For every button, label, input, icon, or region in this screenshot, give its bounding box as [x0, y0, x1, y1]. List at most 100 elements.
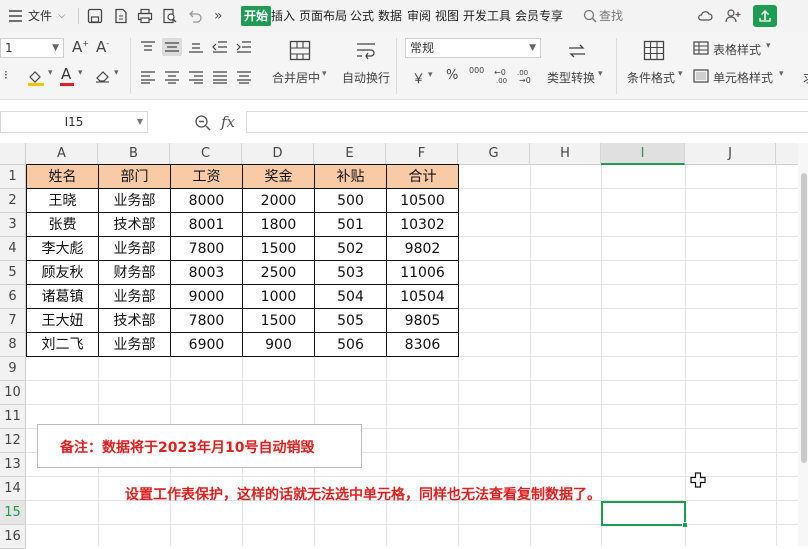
- decrease-font-icon[interactable]: A-: [96, 38, 109, 56]
- tab-home[interactable]: 开始: [241, 6, 272, 26]
- search-icon[interactable]: [582, 8, 598, 24]
- table-cell[interactable]: 2500: [243, 261, 314, 285]
- save-icon[interactable]: [87, 8, 103, 24]
- decrease-indent-icon[interactable]: [212, 40, 230, 56]
- table-cell[interactable]: 王晓: [27, 189, 98, 213]
- add-user-icon[interactable]: [725, 8, 741, 24]
- select-all-corner[interactable]: [0, 143, 26, 165]
- type-convert-icon[interactable]: [566, 40, 588, 62]
- print-icon[interactable]: [137, 8, 153, 24]
- table-cell[interactable]: 8000: [171, 189, 242, 213]
- cell-style-icon[interactable]: [693, 69, 711, 85]
- tab-data[interactable]: 数据: [378, 0, 402, 32]
- distributed-align-icon[interactable]: [236, 70, 254, 86]
- column-header-b[interactable]: B: [98, 143, 170, 165]
- more-quick-actions-icon[interactable]: »: [214, 0, 223, 32]
- increase-font-icon[interactable]: A+: [72, 38, 89, 56]
- row-header-13[interactable]: 13: [0, 453, 26, 477]
- row-header-12[interactable]: 12: [0, 429, 26, 453]
- font-color-icon[interactable]: A: [61, 65, 71, 83]
- table-header-cell[interactable]: 工资: [171, 165, 242, 189]
- row-header-14[interactable]: 14: [0, 477, 26, 501]
- table-cell[interactable]: 张费: [27, 213, 98, 237]
- currency-dropdown-icon[interactable]: ▾: [428, 70, 433, 80]
- row-header-9[interactable]: 9: [0, 357, 26, 381]
- file-menu[interactable]: 文件: [28, 0, 52, 32]
- tab-member[interactable]: 会员专享: [515, 0, 563, 32]
- table-cell[interactable]: 刘二飞: [27, 333, 98, 357]
- column-header-a[interactable]: A: [26, 143, 98, 165]
- export-pdf-icon[interactable]: [113, 8, 129, 24]
- align-right-icon[interactable]: [188, 70, 206, 86]
- clear-dropdown-icon[interactable]: ▾: [114, 68, 119, 78]
- table-cell[interactable]: 技术部: [99, 213, 170, 237]
- row-header-7[interactable]: 7: [0, 309, 26, 333]
- column-header-d[interactable]: D: [242, 143, 314, 165]
- table-cell[interactable]: 8001: [171, 213, 242, 237]
- number-format-select[interactable]: 常规 ▼: [405, 38, 541, 58]
- sum-button-cut[interactable]: 求: [803, 69, 808, 86]
- table-cell[interactable]: 8306: [387, 333, 458, 357]
- table-cell[interactable]: 1000: [243, 285, 314, 309]
- column-header-f[interactable]: F: [386, 143, 458, 165]
- table-header-cell[interactable]: 补贴: [315, 165, 386, 189]
- table-cell[interactable]: 技术部: [99, 309, 170, 333]
- table-style-icon[interactable]: [693, 41, 711, 57]
- table-cell[interactable]: 诸葛镇: [27, 285, 98, 309]
- align-top-icon[interactable]: [140, 40, 158, 56]
- clear-format-icon[interactable]: [94, 68, 112, 84]
- table-cell[interactable]: 506: [315, 333, 386, 357]
- table-cell[interactable]: 10302: [387, 213, 458, 237]
- row-header-4[interactable]: 4: [0, 237, 26, 261]
- table-cell[interactable]: 1800: [243, 213, 314, 237]
- decrease-decimal-icon[interactable]: .00 →0: [517, 67, 535, 85]
- cell-style-dropdown-icon[interactable]: ▾: [779, 69, 784, 79]
- table-cell[interactable]: 10504: [387, 285, 458, 309]
- fill-color-dropdown-icon[interactable]: ▾: [48, 68, 53, 78]
- column-header-e[interactable]: E: [314, 143, 386, 165]
- type-convert-dropdown-icon[interactable]: ▾: [598, 69, 603, 79]
- currency-button[interactable]: ￥: [412, 68, 425, 87]
- table-cell[interactable]: 业务部: [99, 189, 170, 213]
- cell-style-button[interactable]: 单元格样式: [713, 69, 773, 86]
- function-icon[interactable]: fx: [221, 113, 235, 131]
- align-left-icon[interactable]: [140, 70, 158, 86]
- merge-center-icon[interactable]: [289, 40, 311, 62]
- selected-cell-i15[interactable]: [601, 501, 686, 526]
- thousands-separator-button[interactable]: 000: [469, 66, 484, 75]
- row-header-3[interactable]: 3: [0, 213, 26, 237]
- tab-developer[interactable]: 开发工具: [463, 0, 511, 32]
- search-label[interactable]: 查找: [599, 0, 623, 32]
- undo-icon[interactable]: [187, 8, 203, 24]
- vertical-scrollbar-thumb[interactable]: [801, 173, 807, 463]
- conditional-format-dropdown-icon[interactable]: ▾: [678, 69, 683, 79]
- table-cell[interactable]: 8003: [171, 261, 242, 285]
- tab-formulas[interactable]: 公式: [350, 0, 374, 32]
- formula-input[interactable]: [246, 111, 808, 133]
- column-header-h[interactable]: H: [530, 143, 601, 165]
- table-style-dropdown-icon[interactable]: ▾: [766, 41, 771, 51]
- type-convert-button[interactable]: 类型转换: [547, 69, 595, 86]
- fill-color-icon[interactable]: [26, 68, 44, 86]
- table-cell[interactable]: 1500: [243, 237, 314, 261]
- table-cell[interactable]: 9802: [387, 237, 458, 261]
- table-cell[interactable]: 900: [243, 333, 314, 357]
- tab-view[interactable]: 视图: [435, 0, 459, 32]
- wrap-text-button[interactable]: 自动换行: [342, 69, 390, 86]
- zoom-search-icon[interactable]: [194, 114, 212, 135]
- table-cell[interactable]: 业务部: [99, 285, 170, 309]
- font-size-select[interactable]: 1 ▼: [0, 38, 64, 58]
- table-cell[interactable]: 李大彪: [27, 237, 98, 261]
- cloud-sync-icon[interactable]: [697, 8, 713, 24]
- font-color-dropdown-icon[interactable]: ▾: [78, 68, 83, 78]
- table-cell[interactable]: 业务部: [99, 237, 170, 261]
- table-style-button[interactable]: 表格样式: [713, 41, 761, 58]
- fill-handle[interactable]: [682, 522, 688, 528]
- table-cell[interactable]: 财务部: [99, 261, 170, 285]
- column-header-i[interactable]: I: [601, 143, 685, 165]
- row-header-8[interactable]: 8: [0, 333, 26, 357]
- conditional-format-icon[interactable]: [643, 40, 665, 62]
- table-cell[interactable]: 503: [315, 261, 386, 285]
- justify-icon[interactable]: [212, 70, 230, 86]
- table-cell[interactable]: 505: [315, 309, 386, 333]
